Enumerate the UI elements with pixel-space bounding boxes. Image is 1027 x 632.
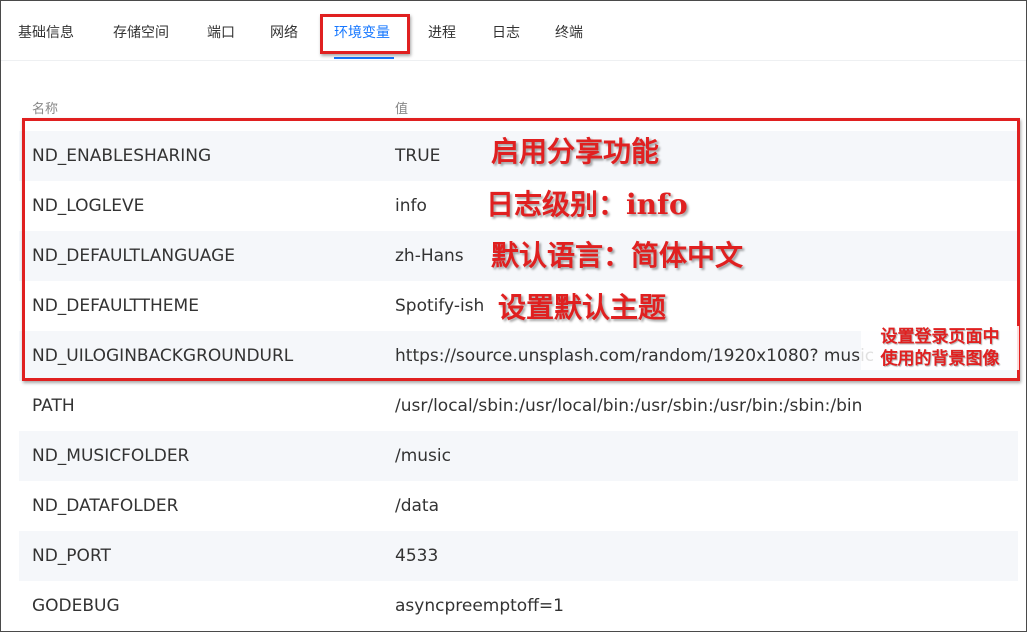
tab-network[interactable]: 网络 <box>270 22 298 42</box>
table-row: PATH /usr/local/sbin:/usr/local/bin:/usr… <box>19 381 1018 431</box>
env-name: GODEBUG <box>32 596 120 616</box>
table-row: GODEBUG asyncpreemptoff=1 <box>19 581 1018 631</box>
table-row: ND_PORT 4533 <box>19 531 1018 581</box>
annotation-enable-sharing: 启用分享功能 <box>491 135 660 168</box>
annotation-default-language: 默认语言：简体中文 <box>491 239 744 272</box>
column-header-value: 值 <box>395 102 409 117</box>
table-row: ND_MUSICFOLDER /music <box>19 431 1018 481</box>
tab-ports[interactable]: 端口 <box>207 22 235 42</box>
table-row: ND_DATAFOLDER /data <box>19 481 1018 531</box>
annotation-login-background-line1: 设置登录页面中 <box>880 327 1000 347</box>
annotation-login-background: 设置登录页面中 使用的背景图像 <box>861 326 1019 370</box>
annotation-default-theme: 设置默认主题 <box>498 291 667 324</box>
env-name: ND_MUSICFOLDER <box>32 446 190 466</box>
annotation-login-background-line2: 使用的背景图像 <box>880 349 1000 369</box>
tab-highlight-box <box>320 14 410 54</box>
column-header-name: 名称 <box>32 102 59 117</box>
tab-processes[interactable]: 进程 <box>428 22 456 42</box>
env-value: /music <box>395 446 451 466</box>
env-value: /data <box>395 496 440 516</box>
tab-storage[interactable]: 存储空间 <box>113 22 169 42</box>
tab-logs[interactable]: 日志 <box>492 22 520 42</box>
active-tab-indicator <box>334 57 394 59</box>
env-name: ND_PORT <box>32 546 111 566</box>
annotation-log-level: 日志级别：info <box>486 188 688 221</box>
tab-terminal[interactable]: 终端 <box>555 22 583 42</box>
env-value: 4533 <box>395 546 439 566</box>
env-value: /usr/local/sbin:/usr/local/bin:/usr/sbin… <box>395 396 863 416</box>
tab-basic-info[interactable]: 基础信息 <box>18 22 74 42</box>
env-name: ND_DATAFOLDER <box>32 496 179 516</box>
env-name: PATH <box>32 396 75 416</box>
env-value: asyncpreemptoff=1 <box>395 596 564 616</box>
tab-bar: 基础信息 存储空间 端口 网络 环境变量 进程 日志 终端 <box>0 0 1027 61</box>
